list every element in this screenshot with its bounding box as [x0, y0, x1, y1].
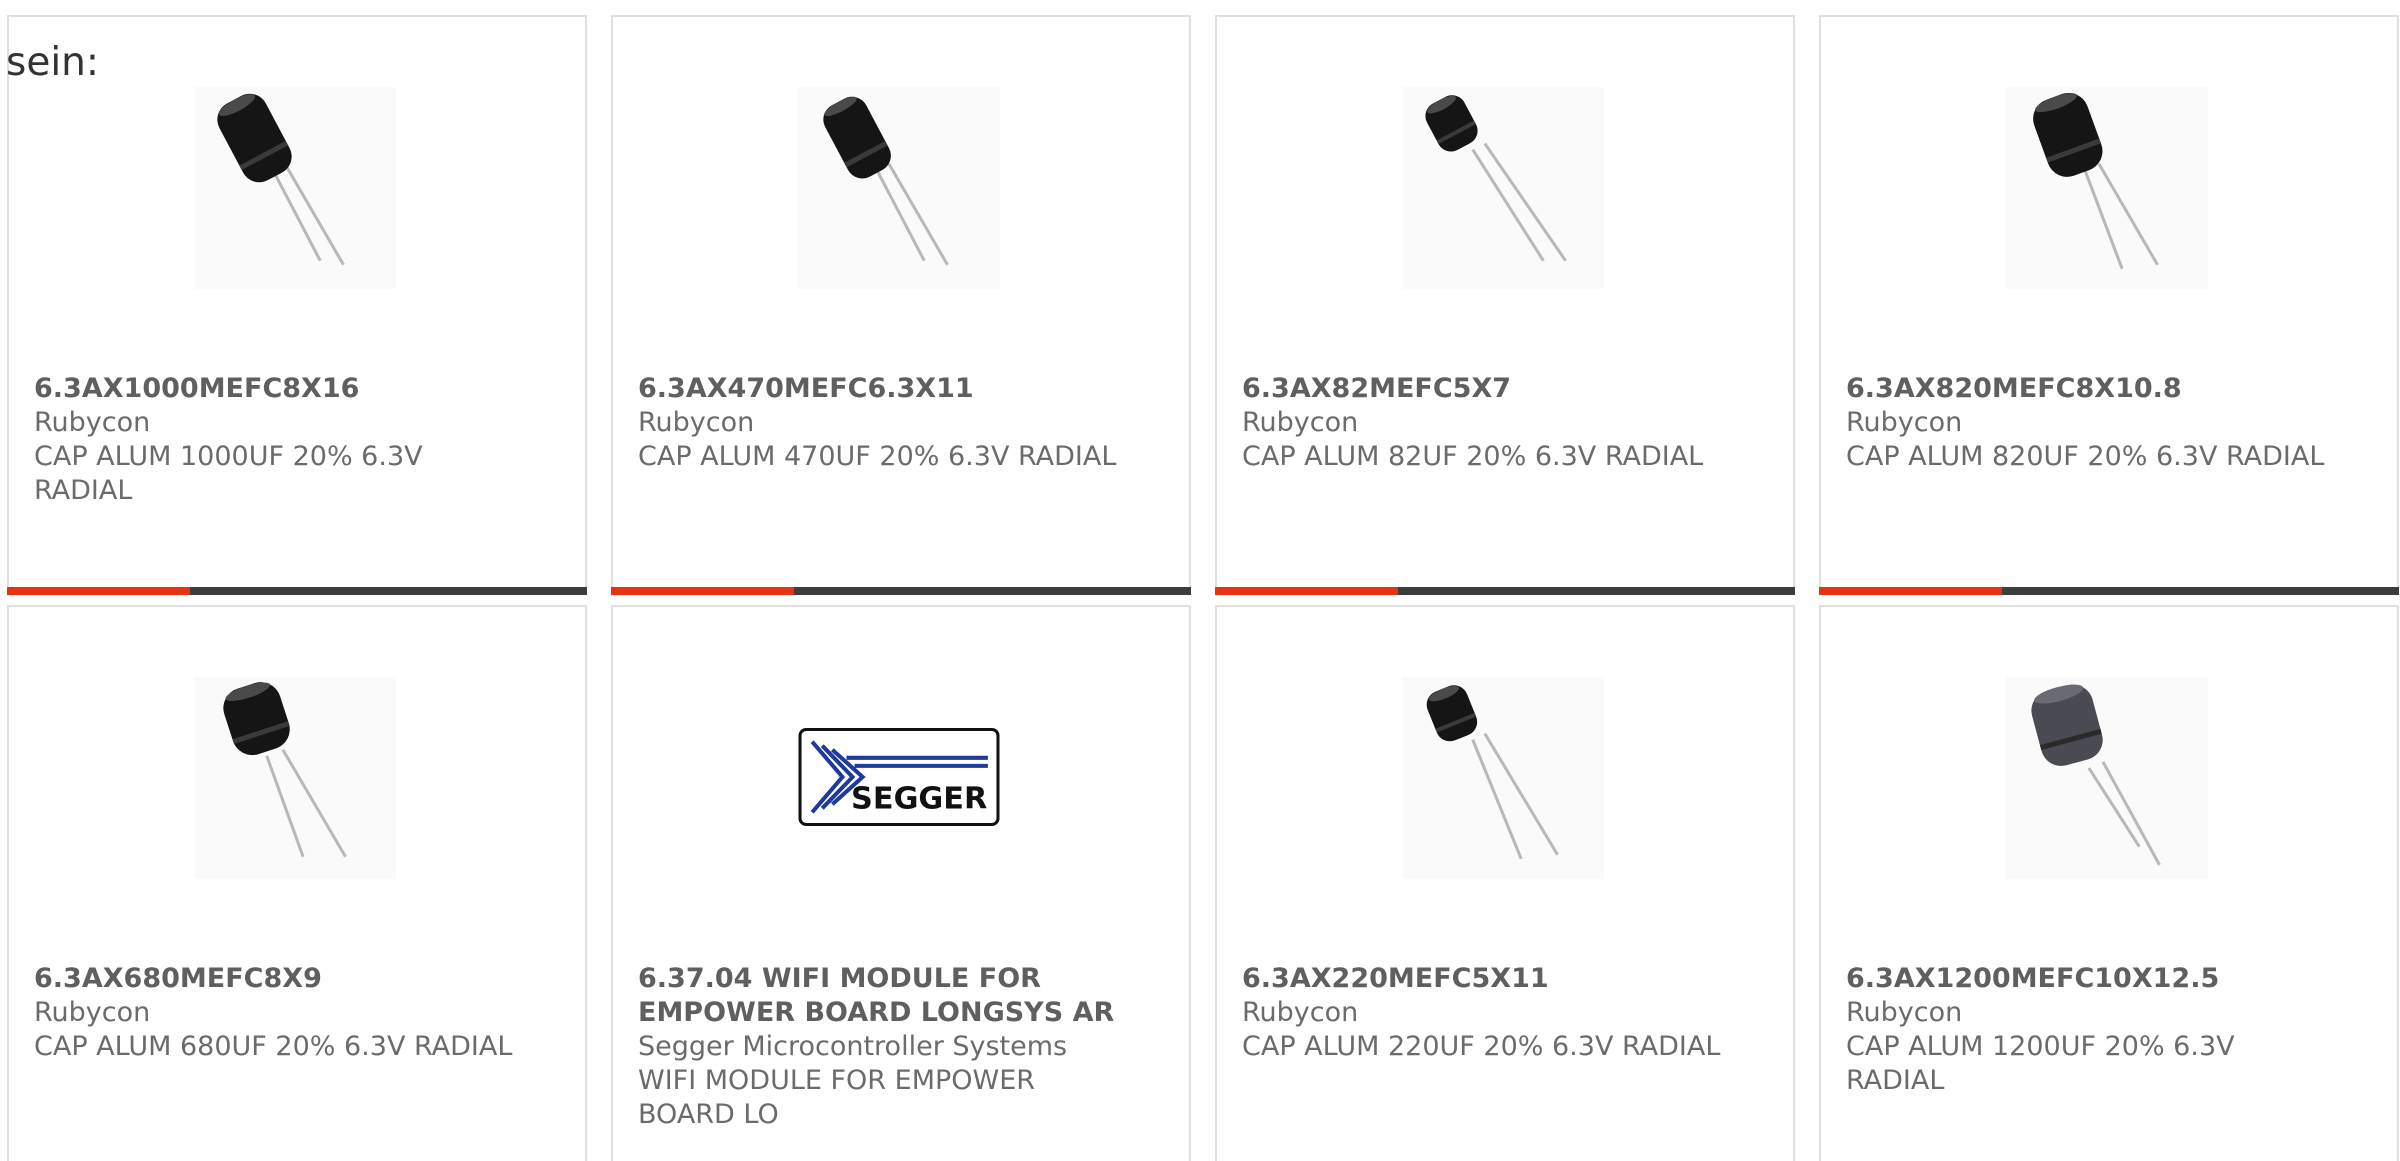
product-description: CAP ALUM 220UF 20% 6.3V RADIAL	[1242, 1031, 1721, 1062]
segger-logo-text: SEGGER	[851, 781, 987, 816]
product-card[interactable]: 6.3AX82MEFC5X7 Rubycon CAP ALUM 82UF 20%…	[1215, 15, 1795, 595]
product-card[interactable]: 6.3AX1000MEFC8X16 Rubycon CAP ALUM 1000U…	[7, 15, 587, 595]
product-info: 6.3AX820MEFC8X10.8 Rubycon CAP ALUM 820U…	[1846, 372, 2326, 474]
product-info: 6.3AX82MEFC5X7 Rubycon CAP ALUM 82UF 20%…	[1242, 372, 1722, 474]
product-image[interactable]	[2006, 87, 2208, 289]
product-description: CAP ALUM 1200UF 20% 6.3V RADIAL	[1846, 1031, 2235, 1096]
product-description: CAP ALUM 820UF 20% 6.3V RADIAL	[1846, 441, 2325, 472]
product-info: 6.3AX1000MEFC8X16 Rubycon CAP ALUM 1000U…	[34, 372, 514, 508]
product-image[interactable]	[2006, 677, 2208, 879]
product-info: 6.37.04 WIFI MODULE FOR EMPOWER BOARD LO…	[638, 962, 1118, 1132]
product-image[interactable]	[194, 677, 396, 879]
card-bottom-bar	[7, 587, 587, 595]
manufacturer: Rubycon	[1242, 997, 1359, 1028]
capacitor-icon	[223, 682, 347, 858]
product-info: 6.3AX470MEFC6.3X11 Rubycon CAP ALUM 470U…	[638, 372, 1118, 474]
card-bottom-bar	[1215, 587, 1795, 595]
part-number-link[interactable]: 6.37.04 WIFI MODULE FOR EMPOWER BOARD LO…	[638, 962, 1118, 1030]
manufacturer: Rubycon	[34, 997, 151, 1028]
part-number-link[interactable]: 6.3AX1200MEFC10X12.5	[1846, 962, 2326, 996]
product-image[interactable]	[1402, 87, 1604, 289]
part-number-link[interactable]: 6.3AX220MEFC5X11	[1242, 962, 1722, 996]
part-number-link[interactable]: 6.3AX820MEFC8X10.8	[1846, 372, 2326, 406]
product-card[interactable]: SEGGER 6.37.04 WIFI MODULE FOR EMPOWER B…	[611, 605, 1191, 1161]
card-accent	[611, 587, 794, 595]
part-number-link[interactable]: 6.3AX470MEFC6.3X11	[638, 372, 1118, 406]
card-bottom-bar	[1819, 587, 2399, 595]
product-card[interactable]: 6.3AX220MEFC5X11 Rubycon CAP ALUM 220UF …	[1215, 605, 1795, 1161]
part-number-link[interactable]: 6.3AX680MEFC8X9	[34, 962, 514, 996]
product-description: CAP ALUM 680UF 20% 6.3V RADIAL	[34, 1031, 513, 1062]
product-card[interactable]: 6.3AX1200MEFC10X12.5 Rubycon CAP ALUM 12…	[1819, 605, 2399, 1161]
capacitor-icon	[2031, 684, 2161, 866]
manufacturer: Rubycon	[34, 407, 151, 438]
product-description: CAP ALUM 470UF 20% 6.3V RADIAL	[638, 441, 1117, 472]
product-description: CAP ALUM 1000UF 20% 6.3V RADIAL	[34, 441, 423, 506]
part-number-link[interactable]: 6.3AX82MEFC5X7	[1242, 372, 1722, 406]
product-card[interactable]: 6.3AX470MEFC6.3X11 Rubycon CAP ALUM 470U…	[611, 15, 1191, 595]
card-accent	[7, 587, 190, 595]
product-card[interactable]: 6.3AX820MEFC8X10.8 Rubycon CAP ALUM 820U…	[1819, 15, 2399, 595]
manufacturer: Rubycon	[638, 407, 755, 438]
product-image[interactable]	[1402, 677, 1604, 879]
segger-logo-icon: SEGGER	[798, 728, 1000, 826]
product-image[interactable]	[194, 87, 396, 289]
manufacturer: Rubycon	[1846, 407, 1963, 438]
product-info: 6.3AX680MEFC8X9 Rubycon CAP ALUM 680UF 2…	[34, 962, 514, 1064]
capacitor-icon	[217, 93, 345, 266]
intro-text: sein:	[6, 40, 100, 85]
card-bottom-bar	[611, 587, 1191, 595]
capacitor-icon	[2033, 92, 2159, 270]
product-info: 6.3AX220MEFC5X11 Rubycon CAP ALUM 220UF …	[1242, 962, 1722, 1064]
product-image[interactable]: SEGGER	[798, 677, 1000, 879]
product-card[interactable]: 6.3AX680MEFC8X9 Rubycon CAP ALUM 680UF 2…	[7, 605, 587, 1161]
product-description: CAP ALUM 82UF 20% 6.3V RADIAL	[1242, 441, 1704, 472]
part-number-link[interactable]: 6.3AX1000MEFC8X16	[34, 372, 514, 406]
product-description: WIFI MODULE FOR EMPOWER BOARD LO	[638, 1065, 1036, 1130]
manufacturer: Rubycon	[1242, 407, 1359, 438]
capacitor-icon	[823, 96, 949, 266]
product-info: 6.3AX1200MEFC10X12.5 Rubycon CAP ALUM 12…	[1846, 962, 2326, 1098]
capacitor-icon	[1425, 95, 1567, 262]
manufacturer: Segger Microcontroller Systems	[638, 1031, 1068, 1062]
product-image[interactable]	[798, 87, 1000, 289]
capacitor-icon	[1426, 685, 1559, 860]
card-accent	[1819, 587, 2002, 595]
product-results-page: { "intro_text": "sein:", "colors": { "ac…	[0, 0, 2400, 1161]
card-accent	[1215, 587, 1398, 595]
manufacturer: Rubycon	[1846, 997, 1963, 1028]
